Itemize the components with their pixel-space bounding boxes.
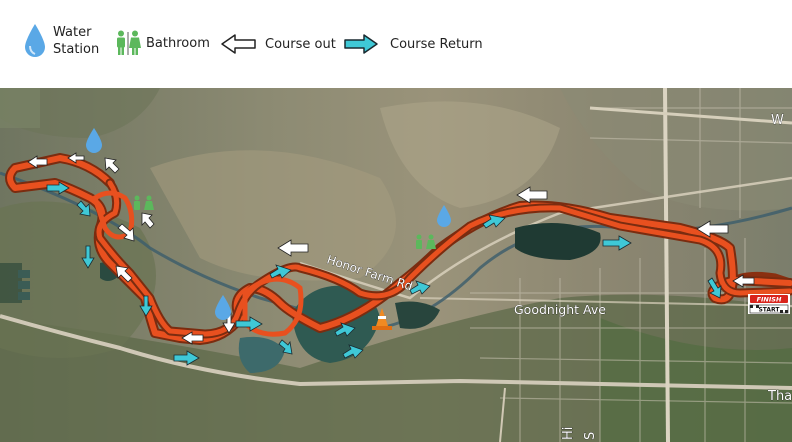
course-map[interactable]: FINISH START Honor Farm Rd Goodnight Ave… bbox=[0, 88, 792, 442]
water-drop-icon bbox=[25, 24, 45, 57]
finish-label: FINISH bbox=[757, 296, 782, 304]
legend-course-return: Course Return bbox=[343, 33, 483, 55]
arrow-left-icon bbox=[221, 34, 256, 54]
legend-water-station-label: Water Station bbox=[53, 25, 100, 57]
legend-course-out-label: Course out bbox=[265, 36, 336, 52]
legend-water-station: Water Station bbox=[22, 22, 99, 60]
bathroom-icon bbox=[117, 30, 141, 55]
road-label-tha-edge: Tha bbox=[767, 389, 792, 404]
legend-course-out: Course out bbox=[220, 33, 336, 55]
start-label: START bbox=[758, 307, 780, 314]
arrow-right-icon bbox=[344, 34, 378, 54]
road-label-s-edge: S bbox=[583, 432, 598, 440]
satellite-map: FINISH START Honor Farm Rd Goodnight Ave… bbox=[0, 88, 792, 442]
legend-bathroom-label: Bathroom bbox=[146, 35, 210, 51]
road-label-goodnight: Goodnight Ave bbox=[514, 302, 606, 317]
road-label-w-edge: W bbox=[771, 113, 784, 128]
legend-course-return-label: Course Return bbox=[390, 36, 483, 52]
road-label-hi-edge: Hi bbox=[561, 427, 576, 440]
legend-bathroom: Bathroom bbox=[114, 30, 210, 56]
map-legend: Water Station Bathroom Course out Course… bbox=[0, 0, 792, 88]
finish-start-sign: FINISH START bbox=[748, 294, 790, 314]
